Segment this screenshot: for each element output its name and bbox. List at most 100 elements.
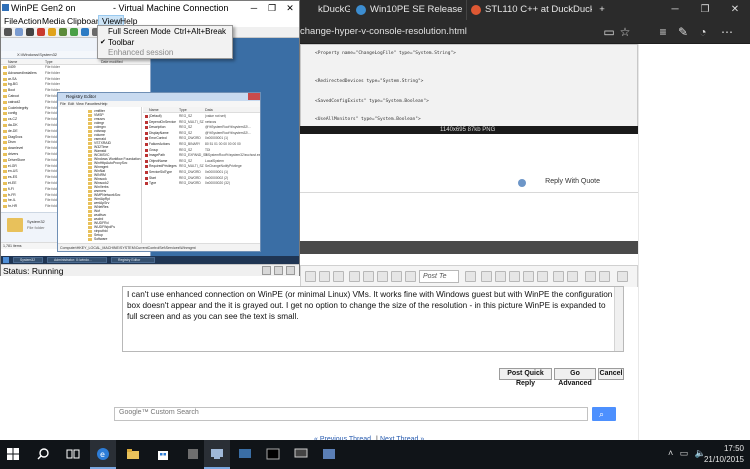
list-icon[interactable] — [481, 271, 492, 282]
link-icon[interactable] — [363, 271, 374, 282]
explorer-row[interactable]: AdvancedInstallers File folder — [1, 71, 150, 77]
browser-maximize-button[interactable]: ❐ — [690, 0, 720, 20]
vm-taskbar: System32 Administrator: X:\windo... Regi… — [1, 256, 299, 264]
explorer-row[interactable]: ar-SA File folder — [1, 77, 150, 83]
video-icon[interactable] — [599, 271, 610, 282]
taskbar-app-extra[interactable] — [316, 440, 342, 469]
taskbar-vm-connection[interactable] — [204, 440, 230, 469]
underline-icon[interactable] — [333, 271, 344, 282]
browser-tab-duckduckgo[interactable]: kDuckGo — [300, 0, 350, 20]
search-button[interactable]: ⌕ — [592, 407, 616, 421]
vm-display[interactable]: X:\Windows\System32 Name Type Date modif… — [1, 38, 299, 264]
smiley-icon[interactable] — [349, 271, 360, 282]
vm-task-regedit[interactable]: Registry Editor — [111, 257, 155, 263]
registry-value-row[interactable]: DependOnService REG_MULTI_SZ netsvcs — [143, 120, 260, 125]
taskbar-settings[interactable] — [288, 440, 314, 469]
indent-icon[interactable] — [553, 271, 564, 282]
share-icon[interactable]: ◔ — [694, 23, 712, 41]
reg-column-data[interactable]: Data — [205, 107, 213, 113]
explorer-row[interactable]: 0409 File folder — [1, 65, 150, 71]
menu-item-toolbar[interactable]: ✔ Toolbar — [98, 38, 232, 49]
taskbar-hyperv-manager[interactable] — [232, 440, 258, 469]
chevron-up-icon[interactable]: ˄ — [668, 448, 673, 458]
more-icon[interactable]: ⋯ — [718, 23, 736, 41]
italic-icon[interactable] — [319, 271, 330, 282]
shutdown-icon[interactable] — [37, 28, 45, 36]
registry-value-row[interactable]: DisplayName REG_SZ @%SystemRoot%\system32\… — [143, 131, 260, 136]
reg-column-name[interactable]: Name — [149, 107, 159, 113]
registry-tree[interactable]: vmfilter VMSP vmusrs volmgr volmgrx volsnap vo… — [58, 107, 142, 243]
code-icon[interactable] — [405, 271, 416, 282]
quote-icon[interactable] — [391, 271, 402, 282]
checkpoint-icon[interactable] — [81, 28, 89, 36]
image-icon[interactable] — [377, 271, 388, 282]
registry-value-row[interactable]: ErrorControl REG_DWORD 0x00000001 (1) — [143, 136, 260, 141]
registry-value-row[interactable]: ImagePath REG_EXPAND_SZ %SystemRoot%\syste… — [143, 153, 260, 158]
start-icon[interactable] — [15, 28, 23, 36]
registry-value-row[interactable]: RequiredPrivileges REG_MULTI_SZ SeChangeNo… — [143, 164, 260, 169]
save-state-icon[interactable] — [48, 28, 56, 36]
bold-icon[interactable] — [305, 271, 316, 282]
post-quick-reply-button[interactable]: Post Quick Reply — [499, 368, 552, 387]
task-view-button[interactable] — [60, 440, 86, 469]
url-field[interactable]: change-hyper-v-console-resolution.html — [300, 24, 600, 40]
quick-reply-editor[interactable]: I can't use enhanced connection on WinPE… — [122, 286, 624, 352]
browser-tab-stl110[interactable]: STL110 C++ at DuckDuckGo — [466, 0, 592, 20]
font-color-icon[interactable] — [465, 271, 476, 282]
browser-tab-win10pe[interactable]: Win10PE SE Release — [352, 0, 464, 20]
vm-maximize-button[interactable]: ❐ — [263, 1, 281, 15]
registry-value-row[interactable]: ServiceSidType REG_DWORD 0x00000001 (1) — [143, 170, 260, 175]
taskbar-cmd[interactable] — [260, 440, 286, 469]
menu-item-full-screen[interactable]: Full Screen Mode Ctrl+Alt+Break — [98, 27, 232, 38]
google-search-input[interactable]: Google™ Custom Search — [114, 407, 588, 421]
align-left-icon[interactable] — [509, 271, 520, 282]
align-center-icon[interactable] — [523, 271, 534, 282]
vm-minimize-button[interactable]: ─ — [245, 1, 263, 15]
ctrl-alt-del-icon[interactable] — [4, 28, 12, 36]
registry-value-row[interactable]: Description REG_SZ @%SystemRoot%\system32\… — [143, 125, 260, 130]
regedit-close-button[interactable] — [248, 93, 260, 100]
registry-value-row[interactable]: FailureActions REG_BINARY 80 51 01 00 00 0… — [143, 142, 260, 147]
turn-off-icon[interactable] — [26, 28, 34, 36]
network-icon[interactable]: ▭ — [680, 448, 689, 458]
taskbar-search[interactable] — [30, 440, 56, 469]
web-note-icon[interactable]: ✎ — [674, 23, 692, 41]
editor-scrollbar[interactable] — [614, 287, 623, 351]
start-button[interactable] — [0, 440, 26, 469]
taskbar-clock[interactable]: 17:50 21/10/2015 — [704, 443, 744, 465]
reg-column-type[interactable]: Type — [179, 107, 187, 113]
taskbar-edge[interactable]: e — [90, 440, 116, 469]
spoiler-icon[interactable] — [585, 271, 596, 282]
explorer-row[interactable]: bg-BG File folder — [1, 82, 150, 88]
taskbar-file-explorer[interactable] — [120, 440, 146, 469]
vm-task-explorer[interactable]: System32 — [13, 257, 43, 263]
hub-icon[interactable]: ≡ — [654, 23, 672, 41]
registry-value-row[interactable]: Group REG_SZ TDI — [143, 148, 260, 153]
reply-with-quote-link[interactable]: Reply With Quote — [545, 178, 600, 185]
registry-value-row[interactable]: Start REG_DWORD 0x00000002 (2) — [143, 176, 260, 181]
vm-task-cmd[interactable]: Administrator: X:\windo... — [47, 257, 107, 263]
registry-value-row[interactable]: ObjectName REG_SZ LocalSystem — [143, 159, 260, 164]
switch-editor-icon[interactable] — [617, 271, 628, 282]
registry-value-row[interactable]: (Default) REG_SZ (value not set) — [143, 114, 260, 119]
go-advanced-button[interactable]: Go Advanced — [554, 368, 596, 387]
favorite-star-icon[interactable]: ☆ — [616, 23, 634, 41]
new-tab-button[interactable]: + — [594, 0, 610, 20]
registry-tree-item[interactable]: Software — [58, 237, 141, 242]
registry-value-row[interactable]: Type REG_DWORD 0x00000020 (32) — [143, 181, 260, 186]
vm-close-button[interactable]: ✕ — [281, 1, 299, 15]
browser-close-button[interactable]: ✕ — [720, 0, 750, 20]
align-right-icon[interactable] — [537, 271, 548, 282]
numbered-list-icon[interactable] — [495, 271, 506, 282]
system-tray[interactable]: ˄ ▭ 🔈 — [668, 448, 706, 459]
browser-minimize-button[interactable]: ─ — [660, 0, 690, 20]
pause-icon[interactable] — [59, 28, 67, 36]
cancel-button[interactable]: Cancel — [598, 368, 624, 380]
post-text-dropdown[interactable]: Post Te — [419, 270, 459, 283]
taskbar-app[interactable] — [180, 440, 206, 469]
taskbar-store[interactable] — [150, 440, 176, 469]
vm-start-icon[interactable] — [3, 257, 9, 263]
resume-icon[interactable] — [70, 28, 78, 36]
reg-value-icon — [145, 126, 148, 130]
outdent-icon[interactable] — [567, 271, 578, 282]
